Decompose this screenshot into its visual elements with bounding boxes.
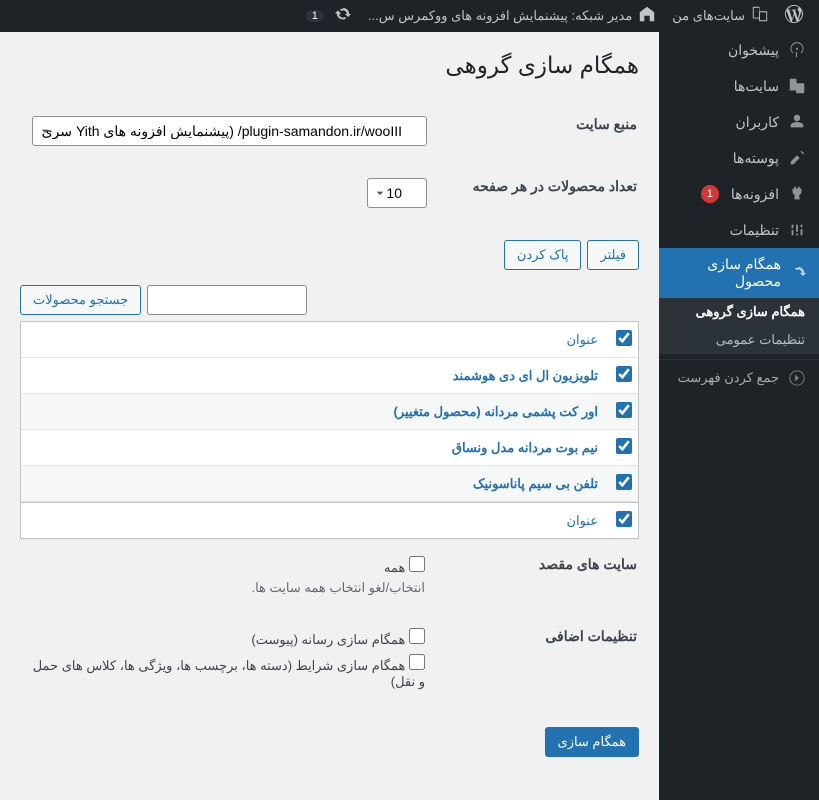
row-checkbox[interactable] xyxy=(616,366,632,382)
sync-submit-button[interactable]: همگام سازی xyxy=(545,727,639,757)
table-row: نیم بوت مردانه مدل ونساق xyxy=(21,430,638,466)
row-checkbox[interactable] xyxy=(616,402,632,418)
submenu-bulk-sync[interactable]: همگام سازی گروهی xyxy=(659,298,819,326)
update-count: 1 xyxy=(306,10,324,22)
sidebar-item-users[interactable]: کاربران xyxy=(659,104,819,140)
sidebar-label: همگام سازی محصول xyxy=(671,256,781,290)
all-sites-option[interactable]: همه xyxy=(384,560,425,575)
plugin-icon xyxy=(787,184,807,204)
table-row: تلفن بی سیم پاناسونیک xyxy=(21,466,638,502)
product-link[interactable]: اور کت پشمی مردانه (محصول متغییر) xyxy=(394,404,599,419)
updates-link[interactable]: 1 xyxy=(298,0,360,32)
clear-button[interactable]: پاک کردن xyxy=(504,240,582,270)
product-link[interactable]: نیم بوت مردانه مدل ونساق xyxy=(452,440,598,455)
network-admin-label: مدیر شبکه: پیشنمایش افزونه های ووکمرس س.… xyxy=(368,8,632,24)
extra-settings-label: تنظیمات اضافی xyxy=(437,613,637,705)
collapse-label: جمع کردن فهرست xyxy=(678,370,779,386)
select-all-checkbox-top[interactable] xyxy=(616,330,632,346)
sidebar-item-plugins[interactable]: افزونه‌ها 1 xyxy=(659,176,819,212)
submenu-general-settings[interactable]: تنظیمات عمومی xyxy=(659,326,819,354)
collapse-menu[interactable]: جمع کردن فهرست xyxy=(659,359,819,396)
table-row: تلویزیون ال ای دی هوشمند xyxy=(21,358,638,394)
row-checkbox[interactable] xyxy=(616,438,632,454)
filter-form: منبع سایت plugin-samandon.ir/wooIII/ (پی… xyxy=(20,99,639,225)
page-title: همگام سازی گروهی xyxy=(20,52,639,79)
sidebar-label: افزونه‌ها xyxy=(731,186,779,203)
wordpress-icon xyxy=(785,5,803,28)
sidebar-item-settings[interactable]: تنظیمات xyxy=(659,212,819,248)
sync-terms-option[interactable]: همگام سازی شرایط (دسته ها، برچسب ها، ویژ… xyxy=(32,654,425,690)
sidebar-item-themes[interactable]: پوسته‌ها xyxy=(659,140,819,176)
product-link[interactable]: تلفن بی سیم پاناسونیک xyxy=(473,476,598,491)
products-table: عنوان تلویزیون ال ای دی هوشمند اور کت پش… xyxy=(20,321,639,539)
column-title-footer[interactable]: عنوان xyxy=(566,513,598,528)
sites-icon xyxy=(751,5,769,28)
sync-media-checkbox[interactable] xyxy=(409,628,425,644)
my-sites-label: سایت‌های من xyxy=(672,8,745,24)
brush-icon xyxy=(787,148,807,168)
select-all-checkbox-bottom[interactable] xyxy=(616,511,632,527)
settings-icon xyxy=(787,220,807,240)
sidebar-item-product-sync[interactable]: همگام سازی محصول xyxy=(659,248,819,298)
admin-sidebar: پیشخوان سایت‌ها کاربران پوسته‌ها افزونه‌… xyxy=(659,32,819,800)
source-site-label: منبع سایت xyxy=(439,101,637,161)
collapse-arrow-icon xyxy=(787,368,807,388)
my-sites-link[interactable]: سایت‌های من xyxy=(664,0,777,32)
search-button[interactable]: جستجو محصولات xyxy=(20,285,141,315)
product-link[interactable]: تلویزیون ال ای دی هوشمند xyxy=(453,368,598,383)
all-sites-label: همه xyxy=(384,560,405,575)
sync-terms-checkbox[interactable] xyxy=(409,654,425,670)
submenu: همگام سازی گروهی تنظیمات عمومی xyxy=(659,298,819,354)
home-icon xyxy=(638,5,656,28)
filter-button[interactable]: فیلتر xyxy=(587,240,639,270)
sync-media-option[interactable]: همگام سازی رسانه (پیوست) xyxy=(32,628,425,648)
column-title-header[interactable]: عنوان xyxy=(566,332,598,347)
users-icon xyxy=(787,112,807,132)
all-sites-checkbox[interactable] xyxy=(409,556,425,572)
main-content: همگام سازی گروهی منبع سایت plugin-samand… xyxy=(0,32,659,777)
table-row: اور کت پشمی مردانه (محصول متغییر) xyxy=(21,394,638,430)
sidebar-label: پیشخوان xyxy=(728,42,779,59)
admin-toolbar: سایت‌های من مدیر شبکه: پیشنمایش افزونه ه… xyxy=(0,0,819,32)
wp-logo[interactable] xyxy=(777,0,811,32)
sync-terms-label: همگام سازی شرایط (دسته ها، برچسب ها، ویژ… xyxy=(33,658,425,689)
sync-media-label: همگام سازی رسانه (پیوست) xyxy=(251,632,405,647)
dashboard-icon xyxy=(787,40,807,60)
product-search-input[interactable] xyxy=(147,285,307,315)
sidebar-label: کاربران xyxy=(736,114,779,131)
source-site-select[interactable]: plugin-samandon.ir/wooIII/ (پیشنمایش افز… xyxy=(32,116,427,146)
sidebar-item-dashboard[interactable]: پیشخوان xyxy=(659,32,819,68)
sidebar-label: تنظیمات xyxy=(730,222,779,239)
per-page-label: تعداد محصولات در هر صفحه xyxy=(439,163,637,223)
update-icon xyxy=(334,5,352,28)
sites-icon xyxy=(787,76,807,96)
settings-form: سایت های مقصد همه انتخاب/لغو انتخاب همه … xyxy=(20,539,639,707)
sync-icon xyxy=(789,263,807,283)
per-page-select[interactable]: 10 xyxy=(367,178,427,208)
destination-hint: انتخاب/لغو انتخاب همه سایت ها. xyxy=(32,580,425,596)
destination-sites-label: سایت های مقصد xyxy=(437,541,637,611)
plugin-update-badge: 1 xyxy=(701,185,719,203)
network-admin-link[interactable]: مدیر شبکه: پیشنمایش افزونه های ووکمرس س.… xyxy=(360,0,664,32)
sidebar-label: سایت‌ها xyxy=(734,78,779,95)
sidebar-item-sites[interactable]: سایت‌ها xyxy=(659,68,819,104)
sidebar-label: پوسته‌ها xyxy=(733,150,779,167)
row-checkbox[interactable] xyxy=(616,474,632,490)
